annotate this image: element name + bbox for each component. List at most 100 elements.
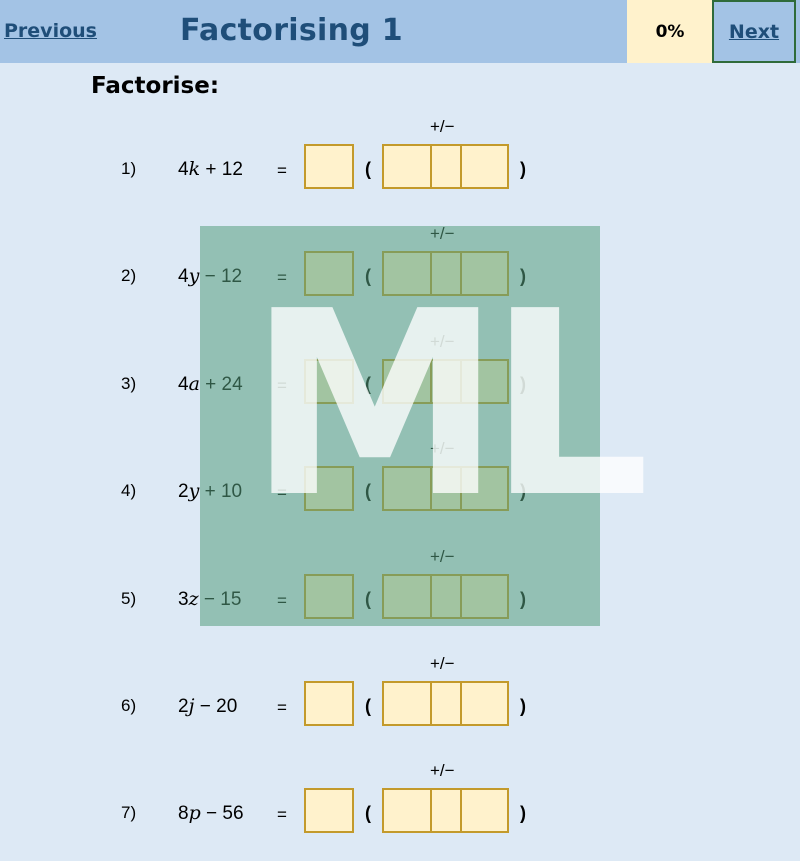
term-coefficient-input[interactable] [382, 466, 432, 511]
question-row: +/− 7) 8p − 56 = () [0, 761, 800, 861]
term-coefficient-input[interactable] [382, 144, 432, 189]
close-paren: ) [520, 159, 526, 179]
question-row: +/− 1) 4k + 12 = () [0, 117, 800, 217]
expression-variable: p [188, 802, 201, 824]
question-number: 6) [121, 696, 137, 715]
expression: 4k + 12 [178, 158, 243, 181]
constant-input[interactable] [460, 466, 509, 511]
expression-variable: a [188, 373, 200, 395]
equals-sign: = [277, 376, 287, 395]
term-coefficient-input[interactable] [382, 788, 432, 833]
question-number: 3) [121, 374, 137, 393]
sign-input[interactable] [430, 788, 462, 833]
factor-input[interactable] [304, 359, 354, 404]
expression: 3z − 15 [178, 588, 241, 611]
equals-sign: = [277, 268, 287, 287]
question-row: +/− 5) 3z − 15 = () [0, 547, 800, 647]
close-paren: ) [520, 803, 526, 823]
constant-input[interactable] [460, 251, 509, 296]
expression-constant: − 12 [199, 266, 243, 287]
open-paren: ( [365, 589, 371, 609]
expression-coefficient: 4 [178, 266, 189, 287]
expression-constant: − 15 [198, 589, 242, 610]
constant-input[interactable] [460, 359, 509, 404]
question-row: +/− 6) 2j − 20 = () [0, 654, 800, 754]
expression-variable: y [188, 480, 200, 502]
question-number: 4) [121, 481, 137, 500]
sign-input[interactable] [430, 466, 462, 511]
instruction-heading: Factorise: [91, 73, 220, 99]
question-number: 7) [121, 803, 137, 822]
sign-input[interactable] [430, 144, 462, 189]
expression-coefficient: 4 [178, 159, 189, 180]
expression-constant: + 10 [199, 481, 243, 502]
sign-hint: +/− [430, 224, 455, 243]
factor-input[interactable] [304, 466, 354, 511]
sign-input[interactable] [430, 574, 462, 619]
equals-sign: = [277, 591, 287, 610]
next-link[interactable]: Next [712, 0, 796, 63]
score-display: 0% [627, 0, 713, 63]
factor-input[interactable] [304, 144, 354, 189]
expression-coefficient: 3 [178, 589, 189, 610]
previous-link[interactable]: Previous [4, 20, 97, 42]
expression: 2y + 10 [178, 480, 242, 503]
sign-hint: +/− [430, 117, 455, 136]
expression: 4y − 12 [178, 265, 242, 288]
header-bar: Previous Factorising 1 0% Next [0, 0, 800, 63]
expression-constant: − 56 [200, 803, 244, 824]
question-number: 5) [121, 589, 137, 608]
question-row: +/− 3) 4a + 24 = () [0, 332, 800, 432]
constant-input[interactable] [460, 574, 509, 619]
sign-hint: +/− [430, 439, 455, 458]
open-paren: ( [365, 374, 371, 394]
page-title: Factorising 1 [180, 13, 403, 48]
open-paren: ( [365, 481, 371, 501]
equals-sign: = [277, 698, 287, 717]
expression: 8p − 56 [178, 802, 244, 825]
expression-variable: z [188, 588, 199, 610]
term-coefficient-input[interactable] [382, 359, 432, 404]
expression-variable: y [188, 265, 200, 287]
factor-input[interactable] [304, 251, 354, 296]
question-number: 2) [121, 266, 137, 285]
factor-input[interactable] [304, 681, 354, 726]
constant-input[interactable] [460, 681, 509, 726]
expression: 4a + 24 [178, 373, 243, 396]
constant-input[interactable] [460, 788, 509, 833]
close-paren: ) [520, 481, 526, 501]
expression-coefficient: 4 [178, 374, 189, 395]
sign-hint: +/− [430, 332, 455, 351]
sign-hint: +/− [430, 654, 455, 673]
expression-coefficient: 2 [178, 696, 189, 717]
constant-input[interactable] [460, 144, 509, 189]
close-paren: ) [520, 374, 526, 394]
open-paren: ( [365, 696, 371, 716]
sign-input[interactable] [430, 681, 462, 726]
open-paren: ( [365, 266, 371, 286]
term-coefficient-input[interactable] [382, 681, 432, 726]
expression-coefficient: 2 [178, 481, 189, 502]
term-coefficient-input[interactable] [382, 574, 432, 619]
close-paren: ) [520, 696, 526, 716]
equals-sign: = [277, 161, 287, 180]
sign-input[interactable] [430, 251, 462, 296]
close-paren: ) [520, 589, 526, 609]
sign-input[interactable] [430, 359, 462, 404]
expression-variable: k [188, 158, 201, 180]
equals-sign: = [277, 483, 287, 502]
expression-constant: + 12 [200, 159, 243, 180]
expression-constant: − 20 [194, 696, 238, 717]
expression-constant: + 24 [199, 374, 243, 395]
sign-hint: +/− [430, 761, 455, 780]
expression-coefficient: 8 [178, 803, 189, 824]
expression: 2j − 20 [178, 695, 237, 718]
factor-input[interactable] [304, 788, 354, 833]
question-number: 1) [121, 159, 137, 178]
equals-sign: = [277, 805, 287, 824]
sign-hint: +/− [430, 547, 455, 566]
term-coefficient-input[interactable] [382, 251, 432, 296]
question-row: +/− 2) 4y − 12 = () [0, 224, 800, 324]
factor-input[interactable] [304, 574, 354, 619]
open-paren: ( [365, 159, 371, 179]
